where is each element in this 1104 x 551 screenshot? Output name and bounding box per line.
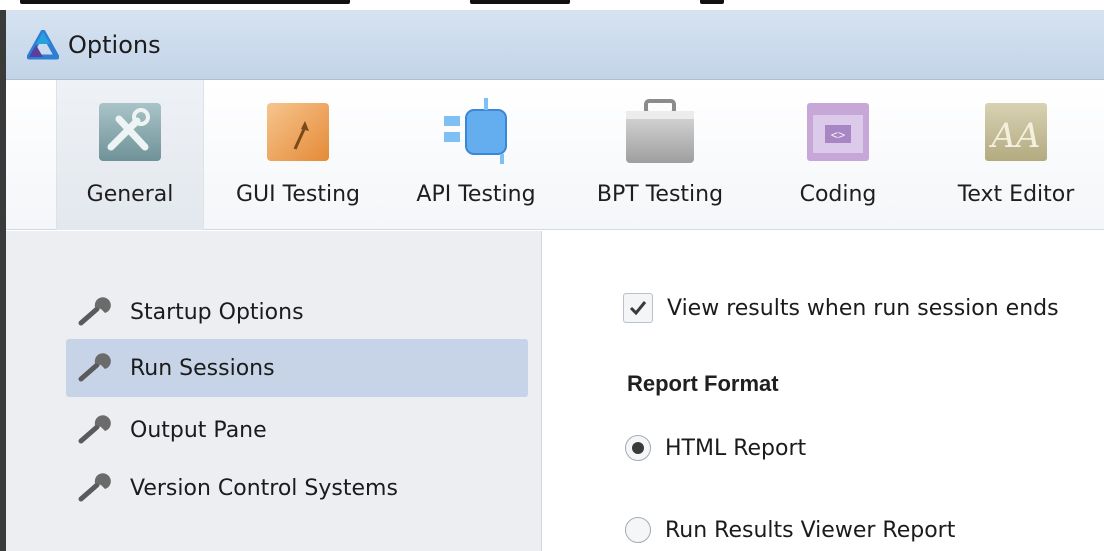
- run-results-viewer-report-option[interactable]: Run Results Viewer Report: [625, 517, 955, 543]
- tab-gui-testing[interactable]: GUI Testing: [218, 80, 378, 230]
- svg-text:AA: AA: [988, 116, 1040, 156]
- svg-text:<>: <>: [831, 128, 845, 142]
- tab-api-testing-label: API Testing: [416, 182, 536, 207]
- clipped-caption: [0, 0, 1104, 10]
- tab-text-editor[interactable]: AA Text Editor: [936, 80, 1096, 230]
- html-report-radio[interactable]: [625, 435, 651, 461]
- alm-logo-icon: [26, 28, 60, 62]
- sidebar-item-label: Version Control Systems: [130, 475, 398, 501]
- view-results-checkbox[interactable]: [623, 293, 653, 323]
- run-results-viewer-radio[interactable]: [625, 517, 651, 543]
- view-results-option[interactable]: View results when run session ends: [623, 293, 1059, 323]
- tab-general[interactable]: General: [56, 80, 204, 230]
- gui-testing-icon: [262, 96, 334, 168]
- sidebar-item-output-pane[interactable]: Output Pane: [66, 401, 528, 459]
- tab-text-editor-label: Text Editor: [957, 182, 1075, 207]
- run-results-viewer-label: Run Results Viewer Report: [665, 517, 956, 543]
- wrench-icon: [74, 412, 114, 448]
- run-sessions-panel: View results when run session ends Repor…: [543, 231, 1104, 551]
- options-category-toolbar: General GUI Testing API Testing BPT Test…: [6, 80, 1104, 230]
- sidebar-item-run-sessions[interactable]: Run Sessions: [66, 339, 528, 397]
- tab-gui-testing-label: GUI Testing: [236, 182, 360, 207]
- code-window-icon: <>: [802, 96, 874, 168]
- html-report-label: HTML Report: [665, 435, 807, 461]
- title-bar: Options: [6, 10, 1104, 80]
- sidebar-item-label: Run Sessions: [130, 355, 275, 381]
- tab-api-testing[interactable]: API Testing: [398, 80, 554, 230]
- sidebar-item-label: Output Pane: [130, 417, 267, 443]
- tab-bpt-testing-label: BPT Testing: [596, 182, 724, 207]
- window-title: Options: [68, 30, 161, 59]
- tab-coding[interactable]: <> Coding: [776, 80, 900, 230]
- view-results-label: View results when run session ends: [667, 295, 1059, 321]
- tab-coding-label: Coding: [799, 182, 877, 207]
- sidebar-item-version-control-systems[interactable]: Version Control Systems: [66, 459, 528, 517]
- api-testing-icon: [440, 96, 512, 168]
- sidebar-item-startup-options[interactable]: Startup Options: [66, 283, 528, 341]
- radio-selected-dot: [632, 442, 644, 454]
- tab-general-label: General: [86, 182, 174, 207]
- wrench-icon: [74, 350, 114, 386]
- wrench-icon: [74, 470, 114, 506]
- sidebar-item-label: Startup Options: [130, 299, 304, 325]
- report-format-heading: Report Format: [627, 371, 779, 396]
- options-dialog: Options General GUI Testing API Testing …: [0, 10, 1104, 551]
- wrench-icon: [74, 294, 114, 330]
- tab-bpt-testing[interactable]: BPT Testing: [576, 80, 744, 230]
- briefcase-icon: [624, 96, 696, 168]
- font-icon: AA: [980, 96, 1052, 168]
- html-report-option[interactable]: HTML Report: [625, 435, 806, 461]
- checkmark-icon: [629, 301, 647, 316]
- tools-icon: [94, 96, 166, 168]
- options-sidebar: Startup Options Run Sessions Output Pane…: [6, 231, 542, 551]
